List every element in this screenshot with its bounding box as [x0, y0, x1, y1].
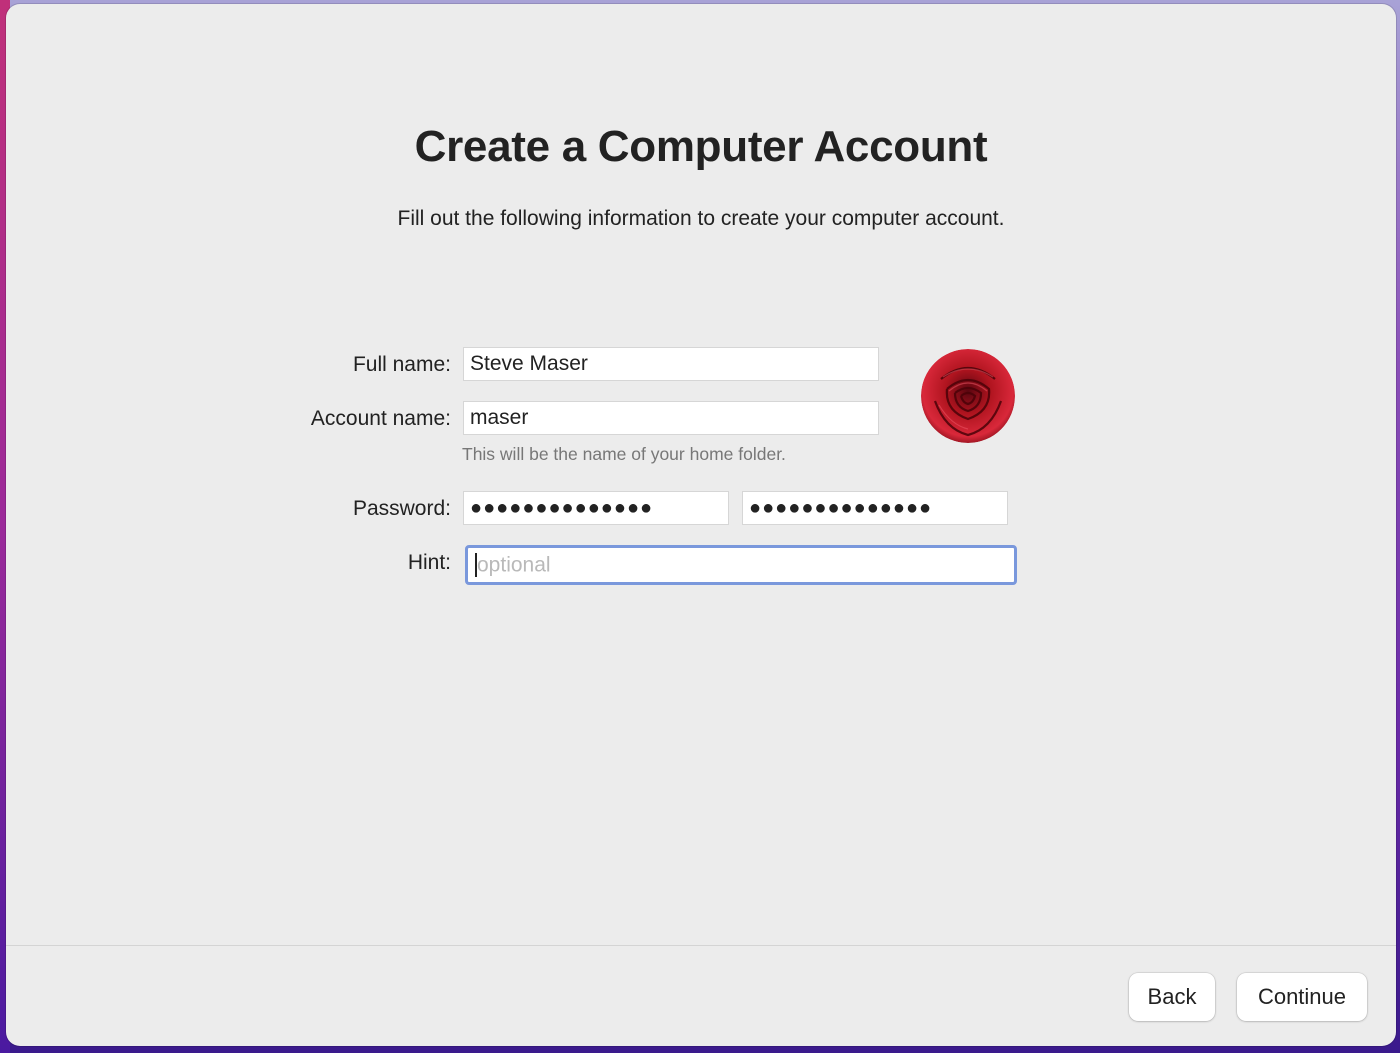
full-name-label: Full name: — [352, 353, 451, 376]
account-name-label: Account name: — [310, 407, 451, 430]
page-subtitle: Fill out the following information to cr… — [397, 207, 1005, 230]
full-name-field[interactable]: Steve Maser — [463, 347, 879, 381]
continue-button[interactable]: Continue — [1237, 973, 1367, 1021]
hint-label: Hint: — [407, 551, 451, 574]
account-name-help-text: This will be the name of your home folde… — [462, 444, 786, 464]
account-name-field[interactable]: maser — [463, 401, 879, 435]
rose-avatar-icon[interactable] — [921, 349, 1015, 443]
password-label: Password: — [352, 497, 451, 520]
back-button[interactable]: Back — [1129, 973, 1215, 1021]
page-title: Create a Computer Account — [414, 122, 988, 171]
verify-password-field[interactable]: ●●●●●●●●●●●●●● — [742, 491, 1008, 525]
footer-divider — [6, 945, 1396, 946]
password-field[interactable]: ●●●●●●●●●●●●●● — [463, 491, 729, 525]
hint-placeholder: optional — [477, 553, 551, 577]
setup-assistant-window: Create a Computer Account Fill out the f… — [6, 4, 1396, 1046]
hint-field[interactable]: optional — [465, 545, 1017, 585]
